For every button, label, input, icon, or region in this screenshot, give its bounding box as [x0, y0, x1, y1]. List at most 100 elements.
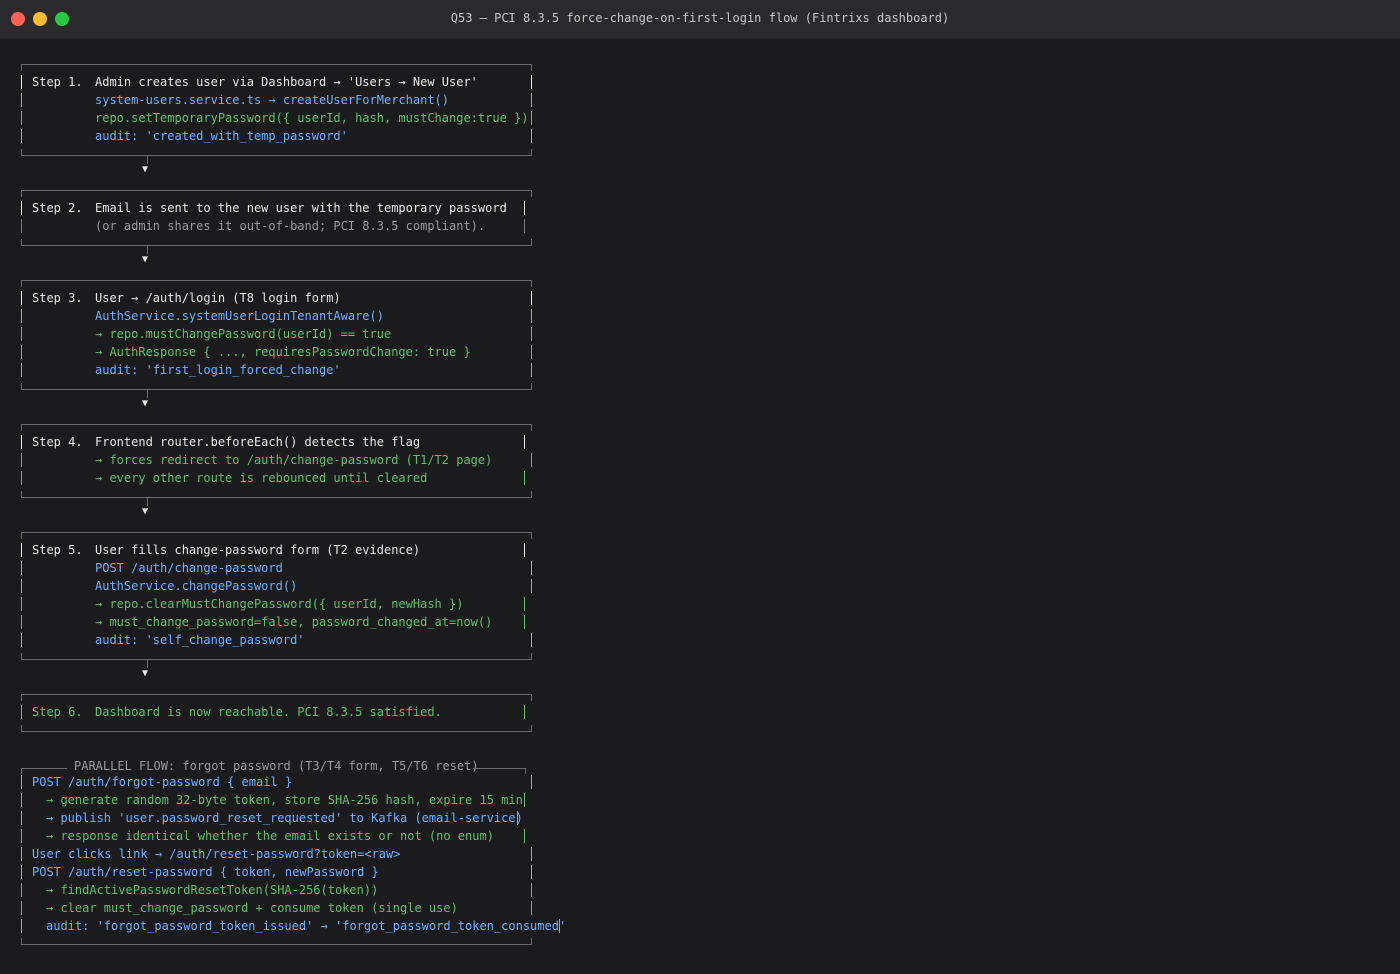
- parallel-line-text: → generate random 32-byte token, store S…: [46, 793, 523, 807]
- box-bottom-border: [21, 383, 532, 390]
- line-border: [21, 597, 22, 611]
- step-box-6: Step 6. Dashboard is now reachable. PCI 8…: [21, 694, 532, 732]
- flow-arrow-icon: ▼: [142, 254, 149, 265]
- step-line-text: Step 2. Email is sent to the new user wit…: [32, 199, 507, 217]
- step-text: → must_change_password=false, password_c…: [95, 615, 493, 629]
- step-label: Step 2.: [32, 201, 83, 215]
- line-border: [531, 865, 532, 879]
- step-line-text: Step 3. User → /auth/login (T8 login form…: [32, 289, 341, 307]
- step-text: → repo.clearMustChangePassword({ userId,…: [95, 597, 464, 611]
- flow-connector: [147, 156, 148, 164]
- step-line-text: AuthService.systemUserLoginTenantAware(): [32, 307, 384, 325]
- line-border: [21, 615, 22, 629]
- line-border: [21, 345, 22, 359]
- step-text: AuthService.changePassword(): [95, 579, 298, 593]
- box-bottom-border: [21, 149, 532, 156]
- box-bottom-border: [21, 725, 532, 732]
- step-text: User fills change-password form (T2 evid…: [95, 543, 421, 557]
- line-border: [21, 829, 22, 843]
- line-border: [21, 901, 22, 915]
- step-line-text: audit: 'self_change_password': [32, 631, 305, 649]
- flow-arrow-icon: ▼: [142, 398, 149, 409]
- flow-connector: [147, 246, 148, 254]
- step-text: Dashboard is now reachable. PCI 8.3.5 sa…: [95, 705, 442, 719]
- line-border: [21, 847, 22, 861]
- box-top-border: [21, 64, 532, 71]
- line-border: [21, 561, 22, 575]
- step-line-text: repo.setTemporaryPassword({ userId, hash…: [32, 109, 528, 127]
- line-border: [531, 883, 532, 897]
- line-border: [531, 633, 532, 647]
- terminal-output[interactable]: Step 1. Admin creates user via Dashboard …: [0, 39, 1400, 974]
- box-bottom-border: [21, 239, 532, 246]
- parallel-line-text: User clicks link → /auth/reset-password?…: [32, 847, 401, 861]
- step-line-text: → AuthResponse { ..., requiresPasswordCh…: [32, 343, 471, 361]
- window-titlebar: Q53 — PCI 8.3.5 force-change-on-first-lo…: [0, 0, 1400, 39]
- line-border: [21, 705, 22, 719]
- step-line-text: Step 5. User fills change-password form (…: [32, 541, 420, 559]
- step-text: Frontend router.beforeEach() detects the…: [95, 435, 421, 449]
- parallel-line-text: audit: 'forgot_password_token_issued' → …: [46, 919, 567, 933]
- step-box-5: Step 5. User fills change-password form (…: [21, 532, 532, 660]
- step-line-text: (or admin shares it out-of-band; PCI 8.3…: [32, 217, 485, 235]
- line-border: [531, 345, 532, 359]
- line-border: [21, 865, 22, 879]
- step-line-text: → forces redirect to /auth/change-passwo…: [32, 451, 492, 469]
- line-border: [531, 291, 532, 305]
- line-border: [531, 129, 532, 143]
- step-line-text: AuthService.changePassword(): [32, 577, 297, 595]
- line-border: [517, 811, 518, 825]
- header-rule-right: [473, 768, 526, 769]
- step-text: Email is sent to the new user with the t…: [95, 201, 507, 215]
- step-line-text: Step 1. Admin creates user via Dashboard …: [32, 73, 478, 91]
- flow-arrow-icon: ▼: [142, 164, 149, 175]
- line-border: [531, 309, 532, 323]
- step-box-2: Step 2. Email is sent to the new user wit…: [21, 190, 532, 246]
- step-text: → forces redirect to /auth/change-passwo…: [95, 453, 493, 467]
- step-text: repo.setTemporaryPassword({ userId, hash…: [95, 111, 529, 125]
- step-text: audit: 'first_login_forced_change': [95, 363, 341, 377]
- line-border: [524, 793, 525, 807]
- line-border: [531, 561, 532, 575]
- step-text: POST /auth/change-password: [95, 561, 283, 575]
- line-border: [531, 775, 532, 789]
- step-box-3: Step 3. User → /auth/login (T8 login form…: [21, 280, 532, 390]
- box-top-border: [21, 280, 532, 287]
- line-border: [531, 363, 532, 377]
- line-border: [21, 543, 22, 557]
- step-line-text: audit: 'created_with_temp_password': [32, 127, 348, 145]
- step-text: system-users.service.ts → createUserForM…: [95, 93, 450, 107]
- parallel-line-text: POST /auth/reset-password { token, newPa…: [32, 865, 379, 879]
- step-text: audit: 'self_change_password': [95, 633, 305, 647]
- step-label: Step 6.: [32, 705, 83, 719]
- line-border: [21, 129, 22, 143]
- line-border: [21, 363, 22, 377]
- line-border: [21, 453, 22, 467]
- step-text: audit: 'created_with_temp_password': [95, 129, 348, 143]
- step-line-text: → every other route is rebounced until c…: [32, 469, 427, 487]
- parallel-flow-box: POST /auth/forgot-password { email } → ge…: [21, 773, 566, 945]
- parallel-flow-title: PARALLEL FLOW: forgot password (T3/T4 fo…: [74, 759, 479, 773]
- flow-connector: [147, 660, 148, 668]
- line-border: [524, 201, 525, 215]
- flow-arrow-icon: ▼: [142, 506, 149, 517]
- parallel-line-text: → publish 'user.password_reset_requested…: [46, 811, 523, 825]
- line-border: [21, 291, 22, 305]
- box-top-border: [21, 190, 532, 197]
- line-border: [21, 811, 22, 825]
- step-box-4: Step 4. Frontend router.beforeEach() dete…: [21, 424, 532, 498]
- line-border: [21, 327, 22, 341]
- header-rule-left: [21, 768, 67, 769]
- line-border: [531, 847, 532, 861]
- step-text: User → /auth/login (T8 login form): [95, 291, 341, 305]
- window-title: Q53 — PCI 8.3.5 force-change-on-first-lo…: [450, 11, 950, 25]
- flow-connector: [147, 390, 148, 398]
- line-border: [531, 579, 532, 593]
- line-border: [524, 597, 525, 611]
- line-border: [21, 471, 22, 485]
- flow-connector: [147, 498, 148, 506]
- step-text: → AuthResponse { ..., requiresPasswordCh…: [95, 345, 471, 359]
- step-text: Admin creates user via Dashboard → 'User…: [95, 75, 478, 89]
- step-box-1: Step 1. Admin creates user via Dashboard …: [21, 64, 532, 156]
- line-border: [559, 919, 560, 933]
